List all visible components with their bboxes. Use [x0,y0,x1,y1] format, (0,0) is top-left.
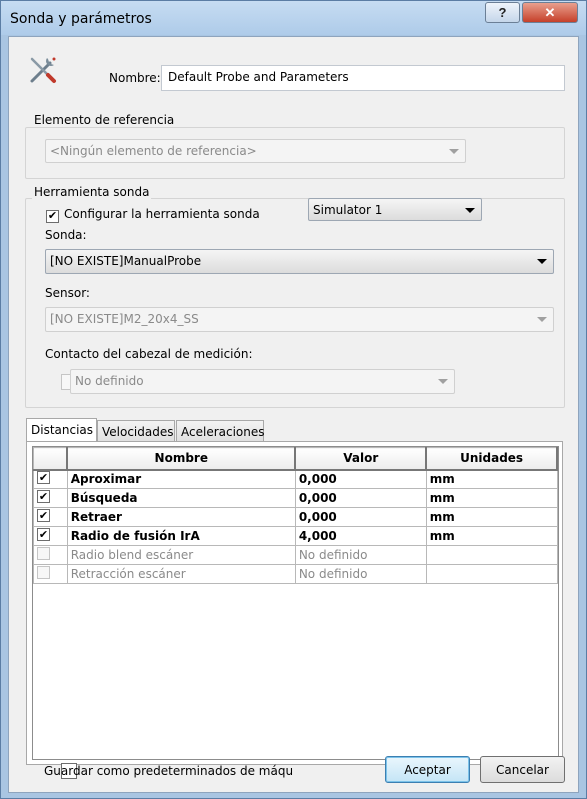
cancelar-button[interactable]: Cancelar [480,756,565,783]
chevron-down-icon [449,149,459,154]
sonda-label: Sonda: [45,228,87,242]
header-unidades[interactable]: Unidades [425,447,558,471]
aceptar-button[interactable]: Aceptar [385,756,470,783]
simulator-combo[interactable]: Simulator 1 [308,198,482,221]
table-row[interactable]: Búsqueda 0,000 mm [33,488,558,508]
cell-unidades [425,545,558,565]
chevron-down-icon [465,208,475,213]
help-button[interactable]: ? [485,2,520,23]
contacto-label: Contacto del cabezal de medición: [45,347,253,361]
sensor-label: Sensor: [45,286,90,300]
contacto-combo: No definido [70,369,455,394]
cell-unidades: mm [425,507,558,527]
cell-unidades: mm [425,469,558,489]
table-row[interactable]: Aproximar 0,000 mm [33,469,558,489]
close-button[interactable]: ✕ [522,2,578,23]
header-check [33,447,69,471]
sensor-combo: [NO EXISTE]M2_20x4_SS [45,307,554,332]
configurar-label: Configurar la herramienta sonda [64,207,260,221]
contacto-value: No definido [75,374,144,388]
dialog-client: Nombre: Default Probe and Parameters Ele… [8,36,579,793]
herramienta-group-title: Herramienta sonda [32,185,152,199]
tab-aceleraciones[interactable]: Aceleraciones [176,420,265,441]
row-checkbox[interactable] [37,490,50,503]
tab-velocidades[interactable]: Velocidades [97,420,175,441]
table-row: Retracción escáner No definido [33,564,558,584]
tab-panel-distancias: Nombre Valor Unidades Aproximar 0,000 mm… [26,441,563,765]
chevron-down-icon [537,259,547,264]
sensor-value: [NO EXISTE]M2_20x4_SS [50,312,199,326]
guardar-label: Guardar como predeterminados de máqu [44,764,294,778]
cell-nombre: Retraer [66,507,296,527]
table-row: Radio blend escáner No definido [33,545,558,565]
row-checkbox[interactable] [37,471,50,485]
referencia-group-title: Elemento de referencia [32,113,177,127]
cell-unidades: mm [425,488,558,508]
cell-nombre: Aproximar [66,469,296,489]
nombre-input[interactable]: Default Probe and Parameters [161,65,565,91]
row-checkbox[interactable] [37,528,50,541]
row-checkbox [37,547,50,560]
simulator-value: Simulator 1 [313,203,383,217]
parameters-grid[interactable]: Nombre Valor Unidades Aproximar 0,000 mm… [32,446,559,760]
cell-unidades [425,564,558,584]
title-bar[interactable]: Sonda y parámetros ? ✕ [1,1,586,35]
header-valor[interactable]: Valor [294,447,428,471]
parameters-table: Nombre Valor Unidades Aproximar 0,000 mm… [33,447,558,584]
cell-valor[interactable]: 0,000 [294,488,427,508]
window-title: Sonda y parámetros [10,11,152,27]
header-nombre[interactable]: Nombre [66,447,297,471]
table-header-row: Nombre Valor Unidades [33,447,558,471]
cell-nombre: Radio blend escáner [66,545,296,565]
tools-icon [30,57,56,83]
cell-nombre: Búsqueda [66,488,296,508]
cell-valor[interactable]: 0,000 [294,507,427,527]
sonda-combo[interactable]: [NO EXISTE]ManualProbe [45,249,554,274]
referencia-value: <Ningún elemento de referencia> [50,144,257,158]
chevron-down-icon [438,379,448,384]
row-checkbox [37,566,50,579]
dialog-window: Sonda y parámetros ? ✕ Nombre: Default P… [0,0,587,799]
cell-valor: No definido [294,564,427,584]
cell-unidades: mm [425,526,558,546]
chevron-down-icon [537,317,547,322]
cell-valor: No definido [294,545,427,565]
tab-distancias[interactable]: Distancias [26,418,97,442]
cell-nombre: Radio de fusión IrA [66,526,296,546]
table-row[interactable]: Radio de fusión IrA 4,000 mm [33,526,558,546]
table-row[interactable]: Retraer 0,000 mm [33,507,558,527]
cell-nombre: Retracción escáner [66,564,296,584]
cell-valor[interactable]: 0,000 [294,469,427,489]
sonda-value: [NO EXISTE]ManualProbe [50,254,202,268]
row-checkbox[interactable] [37,509,50,522]
cell-valor[interactable]: 4,000 [294,526,427,546]
nombre-label: Nombre: [109,71,161,85]
referencia-combo: <Ningún elemento de referencia> [45,139,466,163]
configurar-checkbox[interactable] [46,210,59,223]
